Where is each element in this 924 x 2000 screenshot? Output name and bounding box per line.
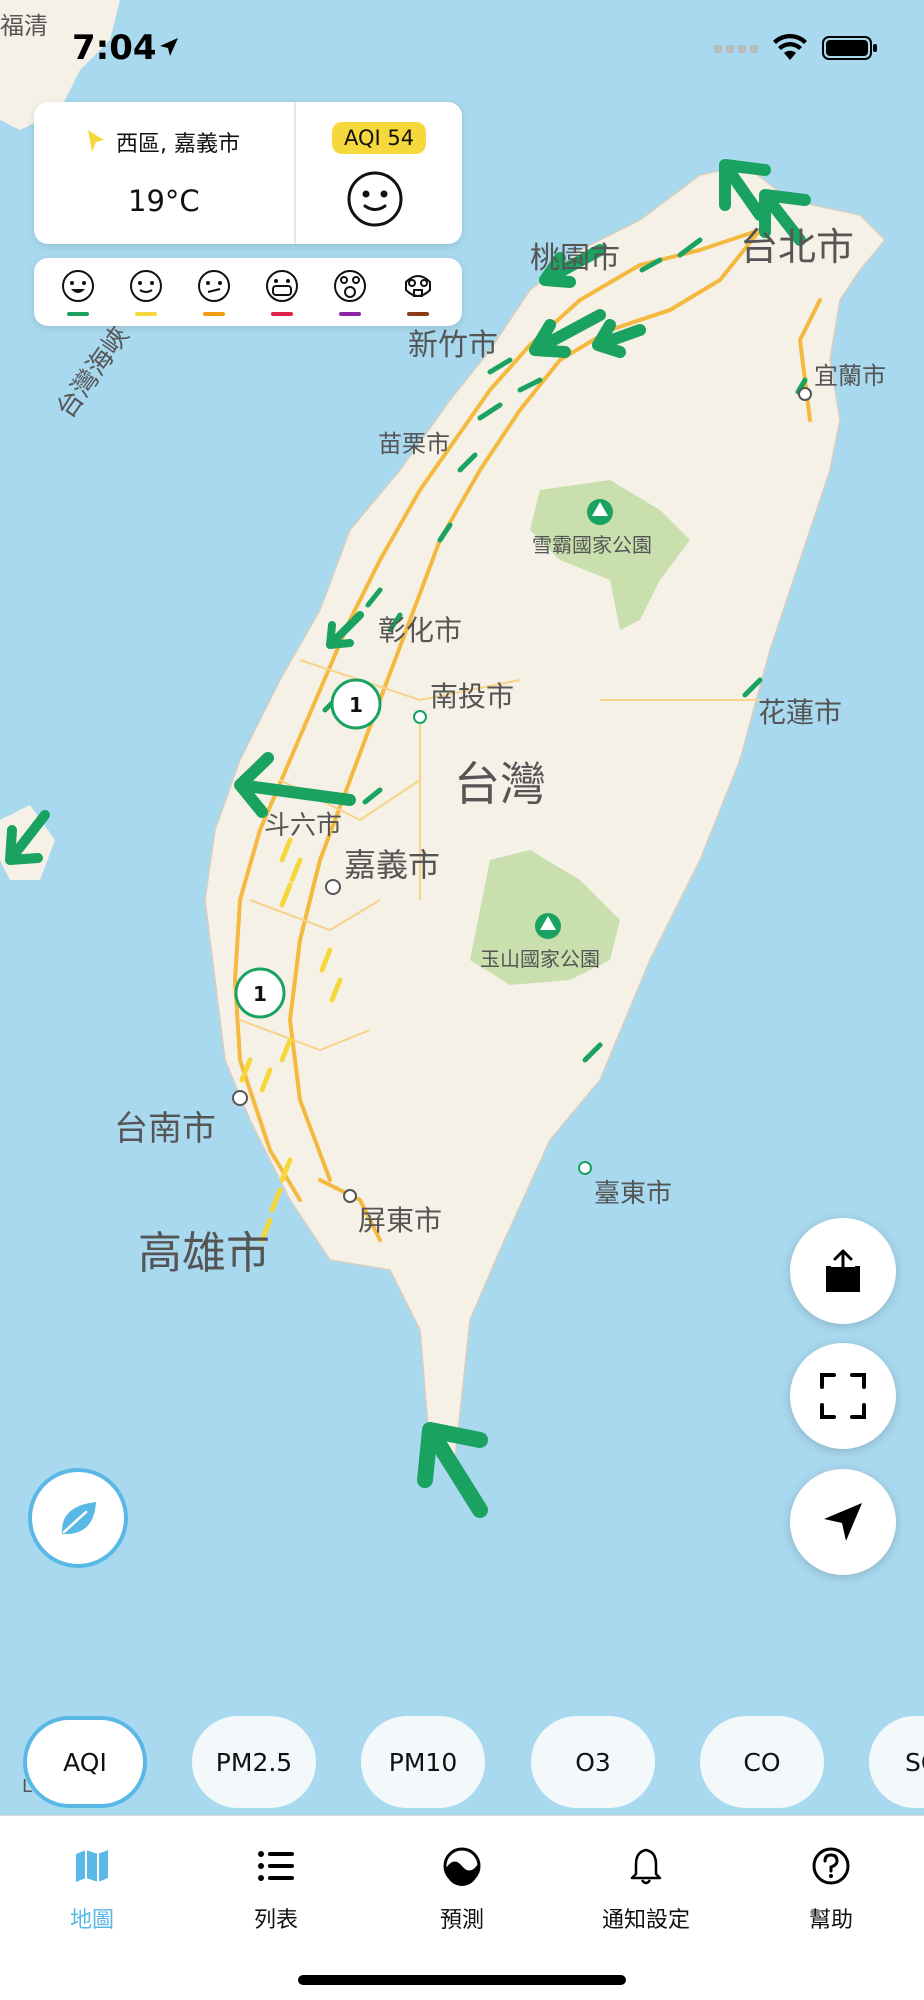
scale-moderate [128,268,164,318]
scale-bar-very-unhealthy [339,312,361,316]
fit-map-button[interactable] [790,1343,896,1449]
pollutant-pill-pm25[interactable]: PM2.5 [192,1716,316,1808]
wifi-icon [773,34,807,60]
share-button[interactable] [790,1218,896,1324]
meh-face-icon [198,270,230,302]
bell-icon [630,1848,662,1885]
mask-face-icon [266,270,298,302]
label-kaohsiung: 高雄市 [138,1228,270,1279]
pollutant-pill-pm10[interactable]: PM10 [361,1716,485,1808]
status-bar: 7:04 [0,0,924,100]
scale-bar-sensitive [203,312,225,316]
label-taitung: 臺東市 [594,1179,672,1209]
share-icon [826,1249,860,1292]
pollutant-pill-so2[interactable]: SO2 [869,1716,924,1808]
map-icon [76,1850,108,1882]
location-name: 西區, 嘉義市 [116,132,240,157]
location-pin-icon [88,130,104,152]
label-douliu: 斗六市 [264,811,342,841]
svg-text:1: 1 [349,693,363,717]
label-hualien: 花蓮市 [758,696,842,729]
list-icon [258,1851,294,1881]
tab-map-label: 地圖 [69,1908,114,1933]
scale-bar-unhealthy [271,312,293,316]
respirator-face-icon [334,270,366,302]
leaf-button[interactable] [28,1468,128,1568]
tab-help-label: 幫助 [808,1908,853,1933]
tab-list-label: 列表 [253,1908,298,1933]
scale-hazardous [400,268,436,318]
label-tainan: 台南市 [114,1109,216,1149]
tab-notifications-label: 通知設定 [601,1908,690,1933]
label-chiayi: 嘉義市 [344,846,440,884]
moderate-face-icon [130,270,162,302]
label-pingtung: 屏東市 [358,1204,442,1237]
label-taipei: 台北市 [740,225,854,269]
scale-sensitive [196,268,232,318]
card-divider [294,102,296,244]
sheipa-park-icon [587,499,613,525]
label-yilan: 宜蘭市 [814,362,886,390]
forecast-icon [443,1847,481,1886]
battery-icon [822,36,877,60]
scale-bar-good [67,312,89,316]
tab-list[interactable]: 列表 [201,1828,351,1933]
label-nantou: 南投市 [430,680,514,713]
scale-bar-moderate [135,312,157,316]
fullscreen-icon [820,1373,866,1419]
highway-shield-1: 1 [330,678,382,730]
navigation-arrow-icon [824,1503,862,1541]
good-face-icon [62,270,94,302]
help-icon [812,1847,850,1885]
aqi-scale-card [34,258,462,326]
pollutant-pill-aqi[interactable]: AQI [23,1716,147,1808]
pollutant-pill-co[interactable]: CO [700,1716,824,1808]
highway-shield-1-south: 1 [234,967,286,1019]
label-taiwan: 台灣 [454,757,546,811]
location-arrow-icon [160,38,178,56]
app-root: 1 1 福清 台北市 桃園市 新竹市 宜蘭市 台灣海峽 苗栗市 雪霸國家公園 彰… [0,0,924,2000]
label-hsinchu: 新竹市 [408,328,498,363]
tab-help[interactable]: 幫助 [756,1828,906,1933]
tab-forecast-label: 預測 [439,1908,484,1933]
temperature: 19°C [128,184,200,218]
locate-me-button[interactable] [790,1469,896,1575]
svg-text:1: 1 [253,982,267,1006]
gas-mask-icon [405,275,431,297]
tab-notifications[interactable]: 通知設定 [571,1828,721,1933]
bottom-tab-bar: 地圖 列表 預測 通知設定 幫助 [0,1815,924,2000]
home-indicator [298,1975,626,1985]
status-time: 7:04 [72,28,157,68]
tab-map[interactable]: 地圖 [17,1828,167,1933]
moderate-face-icon [347,171,403,227]
pollutant-pill-o3[interactable]: O3 [531,1716,655,1808]
scale-bar-hazardous [407,312,429,316]
cellular-signal-icon [714,45,758,53]
label-miaoli: 苗栗市 [378,430,450,458]
scale-unhealthy [264,268,300,318]
tab-forecast[interactable]: 預測 [387,1828,537,1933]
label-changhua: 彰化市 [378,614,462,647]
label-taoyuan: 桃園市 [530,241,620,276]
pollutant-selector: AQI PM2.5 PM10 O3 CO SO2 [0,1712,924,1812]
yushan-park-icon [535,913,561,939]
scale-very-unhealthy [332,268,368,318]
leaf-icon [61,1502,96,1535]
aqi-badge: AQI 54 [332,122,427,154]
scale-good [60,268,96,318]
label-sheipa: 雪霸國家公園 [532,533,652,557]
status-icons [714,34,878,62]
label-yushan: 玉山國家公園 [480,947,600,971]
location-aqi-card[interactable]: 西區, 嘉義市 19°C AQI 54 [34,102,462,244]
